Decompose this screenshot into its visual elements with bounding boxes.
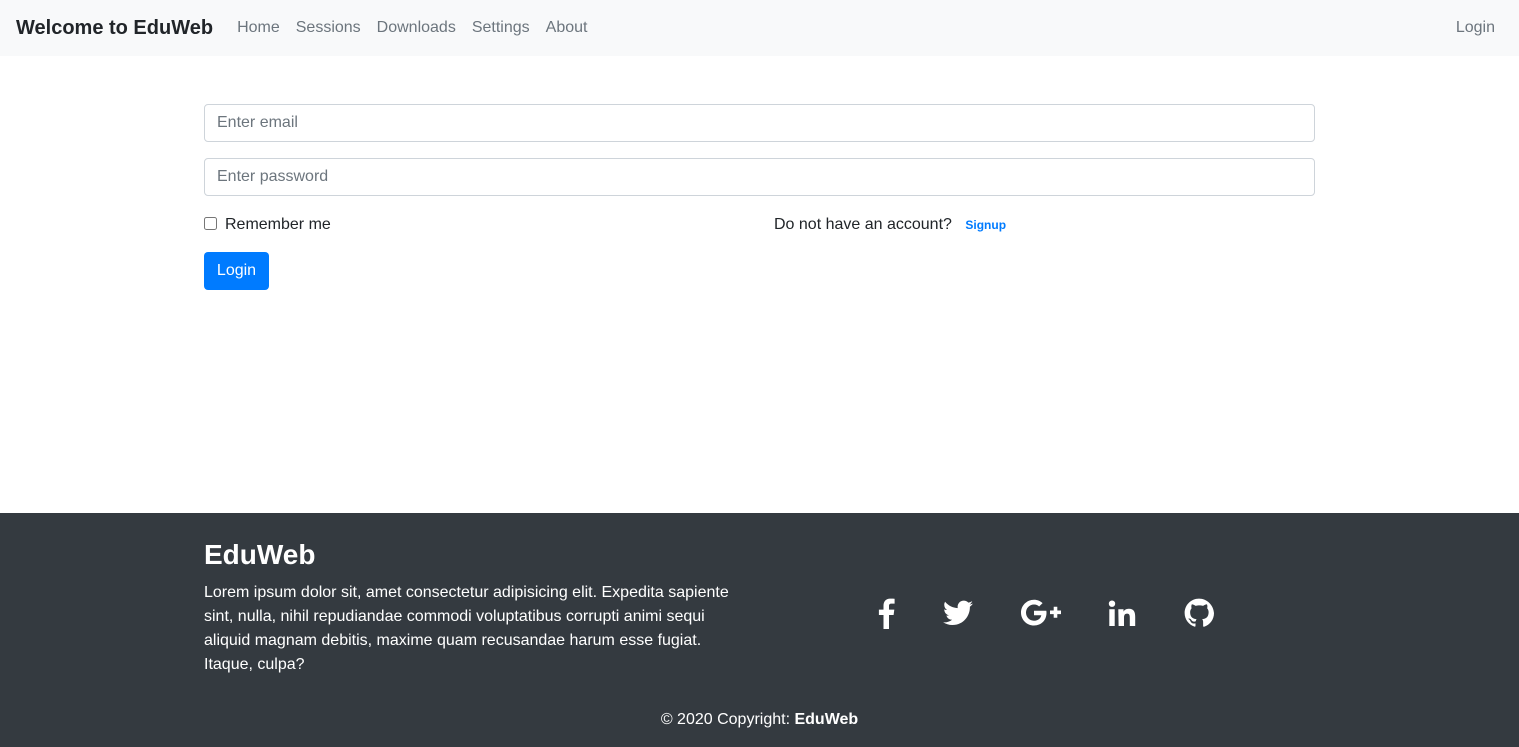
footer-title: EduWeb	[204, 539, 316, 570]
nav-links: Home Sessions Downloads Settings About	[229, 19, 595, 37]
signup-link[interactable]: Signup	[965, 218, 1006, 232]
form-options-row: Remember me Do not have an account? Sign…	[204, 196, 1315, 252]
nav-link-about[interactable]: About	[538, 19, 596, 37]
nav-link-login[interactable]: Login	[1448, 19, 1503, 36]
brand-title[interactable]: Welcome to EduWeb	[16, 17, 213, 40]
copyright-text: © 2020 Copyright:	[660, 711, 791, 728]
facebook-icon[interactable]	[874, 595, 898, 631]
navbar: Welcome to EduWeb Home Sessions Download…	[0, 0, 1519, 56]
twitter-icon[interactable]	[940, 595, 976, 631]
nav-link-sessions[interactable]: Sessions	[288, 19, 369, 37]
github-icon[interactable]	[1182, 595, 1216, 631]
nav-link-downloads[interactable]: Downloads	[369, 19, 464, 37]
linkedin-icon[interactable]	[1106, 595, 1140, 631]
no-account-text: Do not have an account?	[774, 216, 952, 233]
signup-prompt: Do not have an account? Signup	[774, 216, 1006, 234]
copyright: © 2020 Copyright: EduWeb	[0, 711, 1519, 729]
remember-me-checkbox[interactable]	[204, 216, 217, 230]
nav-link-home[interactable]: Home	[229, 19, 288, 37]
remember-me-label: Remember me	[225, 216, 331, 233]
nav-right: Login	[1448, 19, 1503, 37]
copyright-brand[interactable]: EduWeb	[794, 711, 858, 728]
email-input[interactable]	[204, 104, 1315, 142]
login-form: Remember me Do not have an account? Sign…	[204, 104, 1315, 290]
remember-me[interactable]: Remember me	[204, 216, 331, 234]
password-input[interactable]	[204, 158, 1315, 196]
google-plus-icon[interactable]	[1016, 595, 1066, 631]
social-links	[0, 595, 1519, 631]
login-button[interactable]: Login	[204, 252, 269, 290]
footer: EduWeb Lorem ipsum dolor sit, amet conse…	[0, 513, 1519, 747]
nav-link-settings[interactable]: Settings	[464, 19, 538, 37]
